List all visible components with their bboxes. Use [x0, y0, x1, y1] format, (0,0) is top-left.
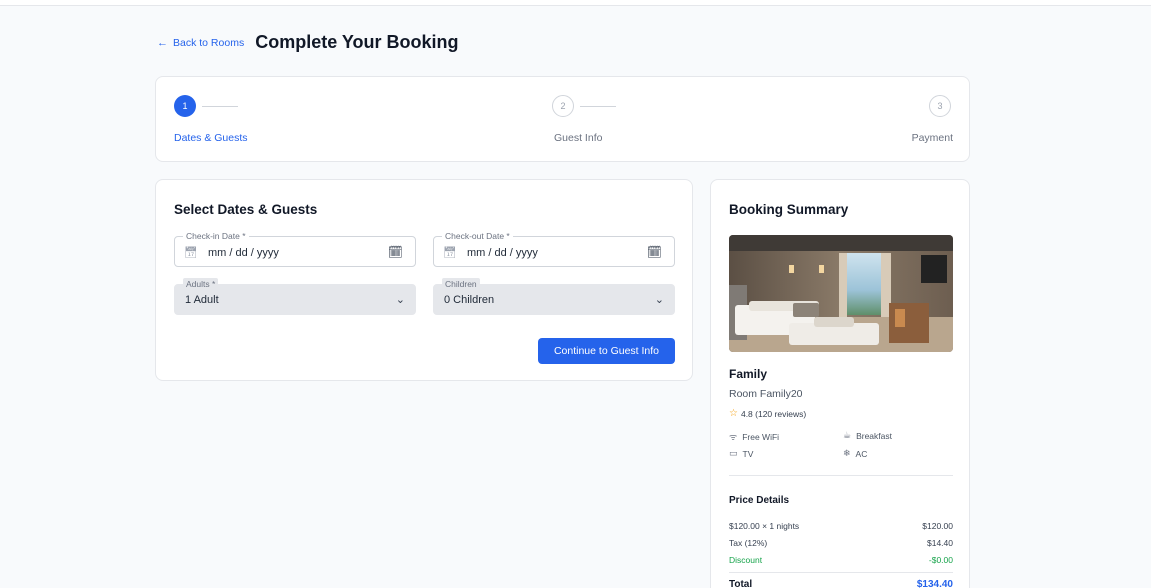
checkin-label: Check-in Date *: [183, 230, 249, 242]
calendar-icon: 📅︎: [443, 247, 457, 259]
step-1-label: Dates & Guests: [174, 132, 248, 144]
amenity-label: Breakfast: [856, 430, 892, 441]
price-row-label: Discount: [729, 555, 763, 565]
step-1-indicator: 1: [174, 95, 196, 117]
step-connector: [580, 106, 616, 107]
booking-stepper: 1 Dates & Guests 2 Guest Info 3 Payment: [155, 76, 970, 162]
checkout-value: mm / dd / yyyy: [466, 246, 538, 259]
total-amount: $134.40: [916, 579, 953, 588]
checkin-value: mm / dd / yyyy: [207, 246, 279, 259]
price-row-discount: Discount -$0.00: [729, 555, 953, 565]
calendar-icon: 📅︎: [184, 247, 198, 259]
page-title: Complete Your Booking: [255, 32, 459, 52]
adults-label: Adults *: [183, 278, 219, 290]
price-row-amount: $14.40: [927, 538, 953, 548]
amenity-breakfast: ☕︎ Breakfast: [843, 430, 892, 441]
children-select[interactable]: Children 0 Children ⌄: [433, 278, 675, 315]
booking-summary: Booking Summary Family Room Family20 ☆ 4…: [710, 179, 970, 588]
snowflake-icon: ❄: [843, 448, 851, 458]
price-total-row: Total $134.40: [729, 579, 953, 588]
amenity-tv: ▭ TV: [729, 448, 753, 459]
price-row-tax: Tax (12%) $14.40: [729, 538, 953, 548]
chevron-down-icon: ⌄: [654, 294, 664, 306]
form-title: Select Dates & Guests: [174, 202, 318, 217]
price-row-amount: -$0.00: [928, 555, 953, 565]
room-photo: [729, 235, 953, 352]
dates-guests-form: Select Dates & Guests Check-in Date * 📅︎…: [155, 179, 693, 381]
wifi-icon: ᯤ: [729, 432, 738, 442]
page-header: ← Back to Rooms Complete Your Booking: [157, 32, 459, 53]
step-connector: [202, 106, 238, 107]
checkout-label: Check-out Date *: [442, 230, 513, 242]
checkout-date-field[interactable]: Check-out Date * 📅︎ mm / dd / yyyy 🗓︎: [433, 230, 675, 267]
step-2-indicator: 2: [552, 95, 574, 117]
amenity-ac: ❄ AC: [843, 448, 867, 459]
adults-value: 1 Adult: [185, 294, 219, 306]
summary-title: Booking Summary: [729, 202, 849, 217]
divider: [729, 572, 953, 573]
calendar-picker-icon[interactable]: 🗓︎: [388, 245, 403, 259]
room-rating: ☆ 4.8 (120 reviews): [729, 408, 806, 419]
children-label: Children: [442, 278, 480, 290]
tv-icon: ▭: [729, 448, 738, 458]
step-3-indicator: 3: [929, 95, 951, 117]
children-value: 0 Children: [444, 294, 495, 306]
rating-text: 4.8 (120 reviews): [740, 408, 807, 419]
room-type: Family: [729, 367, 768, 381]
arrow-left-icon: ←: [157, 36, 168, 49]
amenity-label: TV: [742, 448, 754, 459]
amenity-label: AC: [855, 448, 868, 459]
coffee-icon: ☕︎: [843, 430, 852, 440]
room-name: Room Family20: [729, 388, 803, 400]
price-row-amount: $120.00: [922, 521, 953, 531]
price-row-nights: $120.00 × 1 nights $120.00: [729, 521, 953, 531]
price-row-label: $120.00 × 1 nights: [729, 521, 800, 531]
adults-select[interactable]: Adults * 1 Adult ⌄: [174, 278, 416, 315]
amenity-label: Free WiFi: [742, 431, 780, 442]
divider: [729, 475, 953, 476]
back-to-rooms-link[interactable]: ← Back to Rooms: [157, 37, 244, 49]
price-row-label: Tax (12%): [729, 538, 768, 548]
continue-button[interactable]: Continue to Guest Info: [538, 338, 675, 364]
amenity-wifi: ᯤ Free WiFi: [729, 430, 779, 443]
step-3-label: Payment: [911, 132, 953, 144]
calendar-picker-icon[interactable]: 🗓︎: [647, 245, 662, 259]
total-label: Total: [729, 579, 753, 588]
top-bar: [0, 0, 1151, 6]
price-details-title: Price Details: [729, 495, 790, 506]
checkin-date-field[interactable]: Check-in Date * 📅︎ mm / dd / yyyy 🗓︎: [174, 230, 416, 267]
star-icon: ☆: [729, 408, 738, 419]
chevron-down-icon: ⌄: [395, 294, 405, 306]
step-2-label: Guest Info: [554, 132, 603, 144]
back-link-label: Back to Rooms: [173, 36, 245, 49]
